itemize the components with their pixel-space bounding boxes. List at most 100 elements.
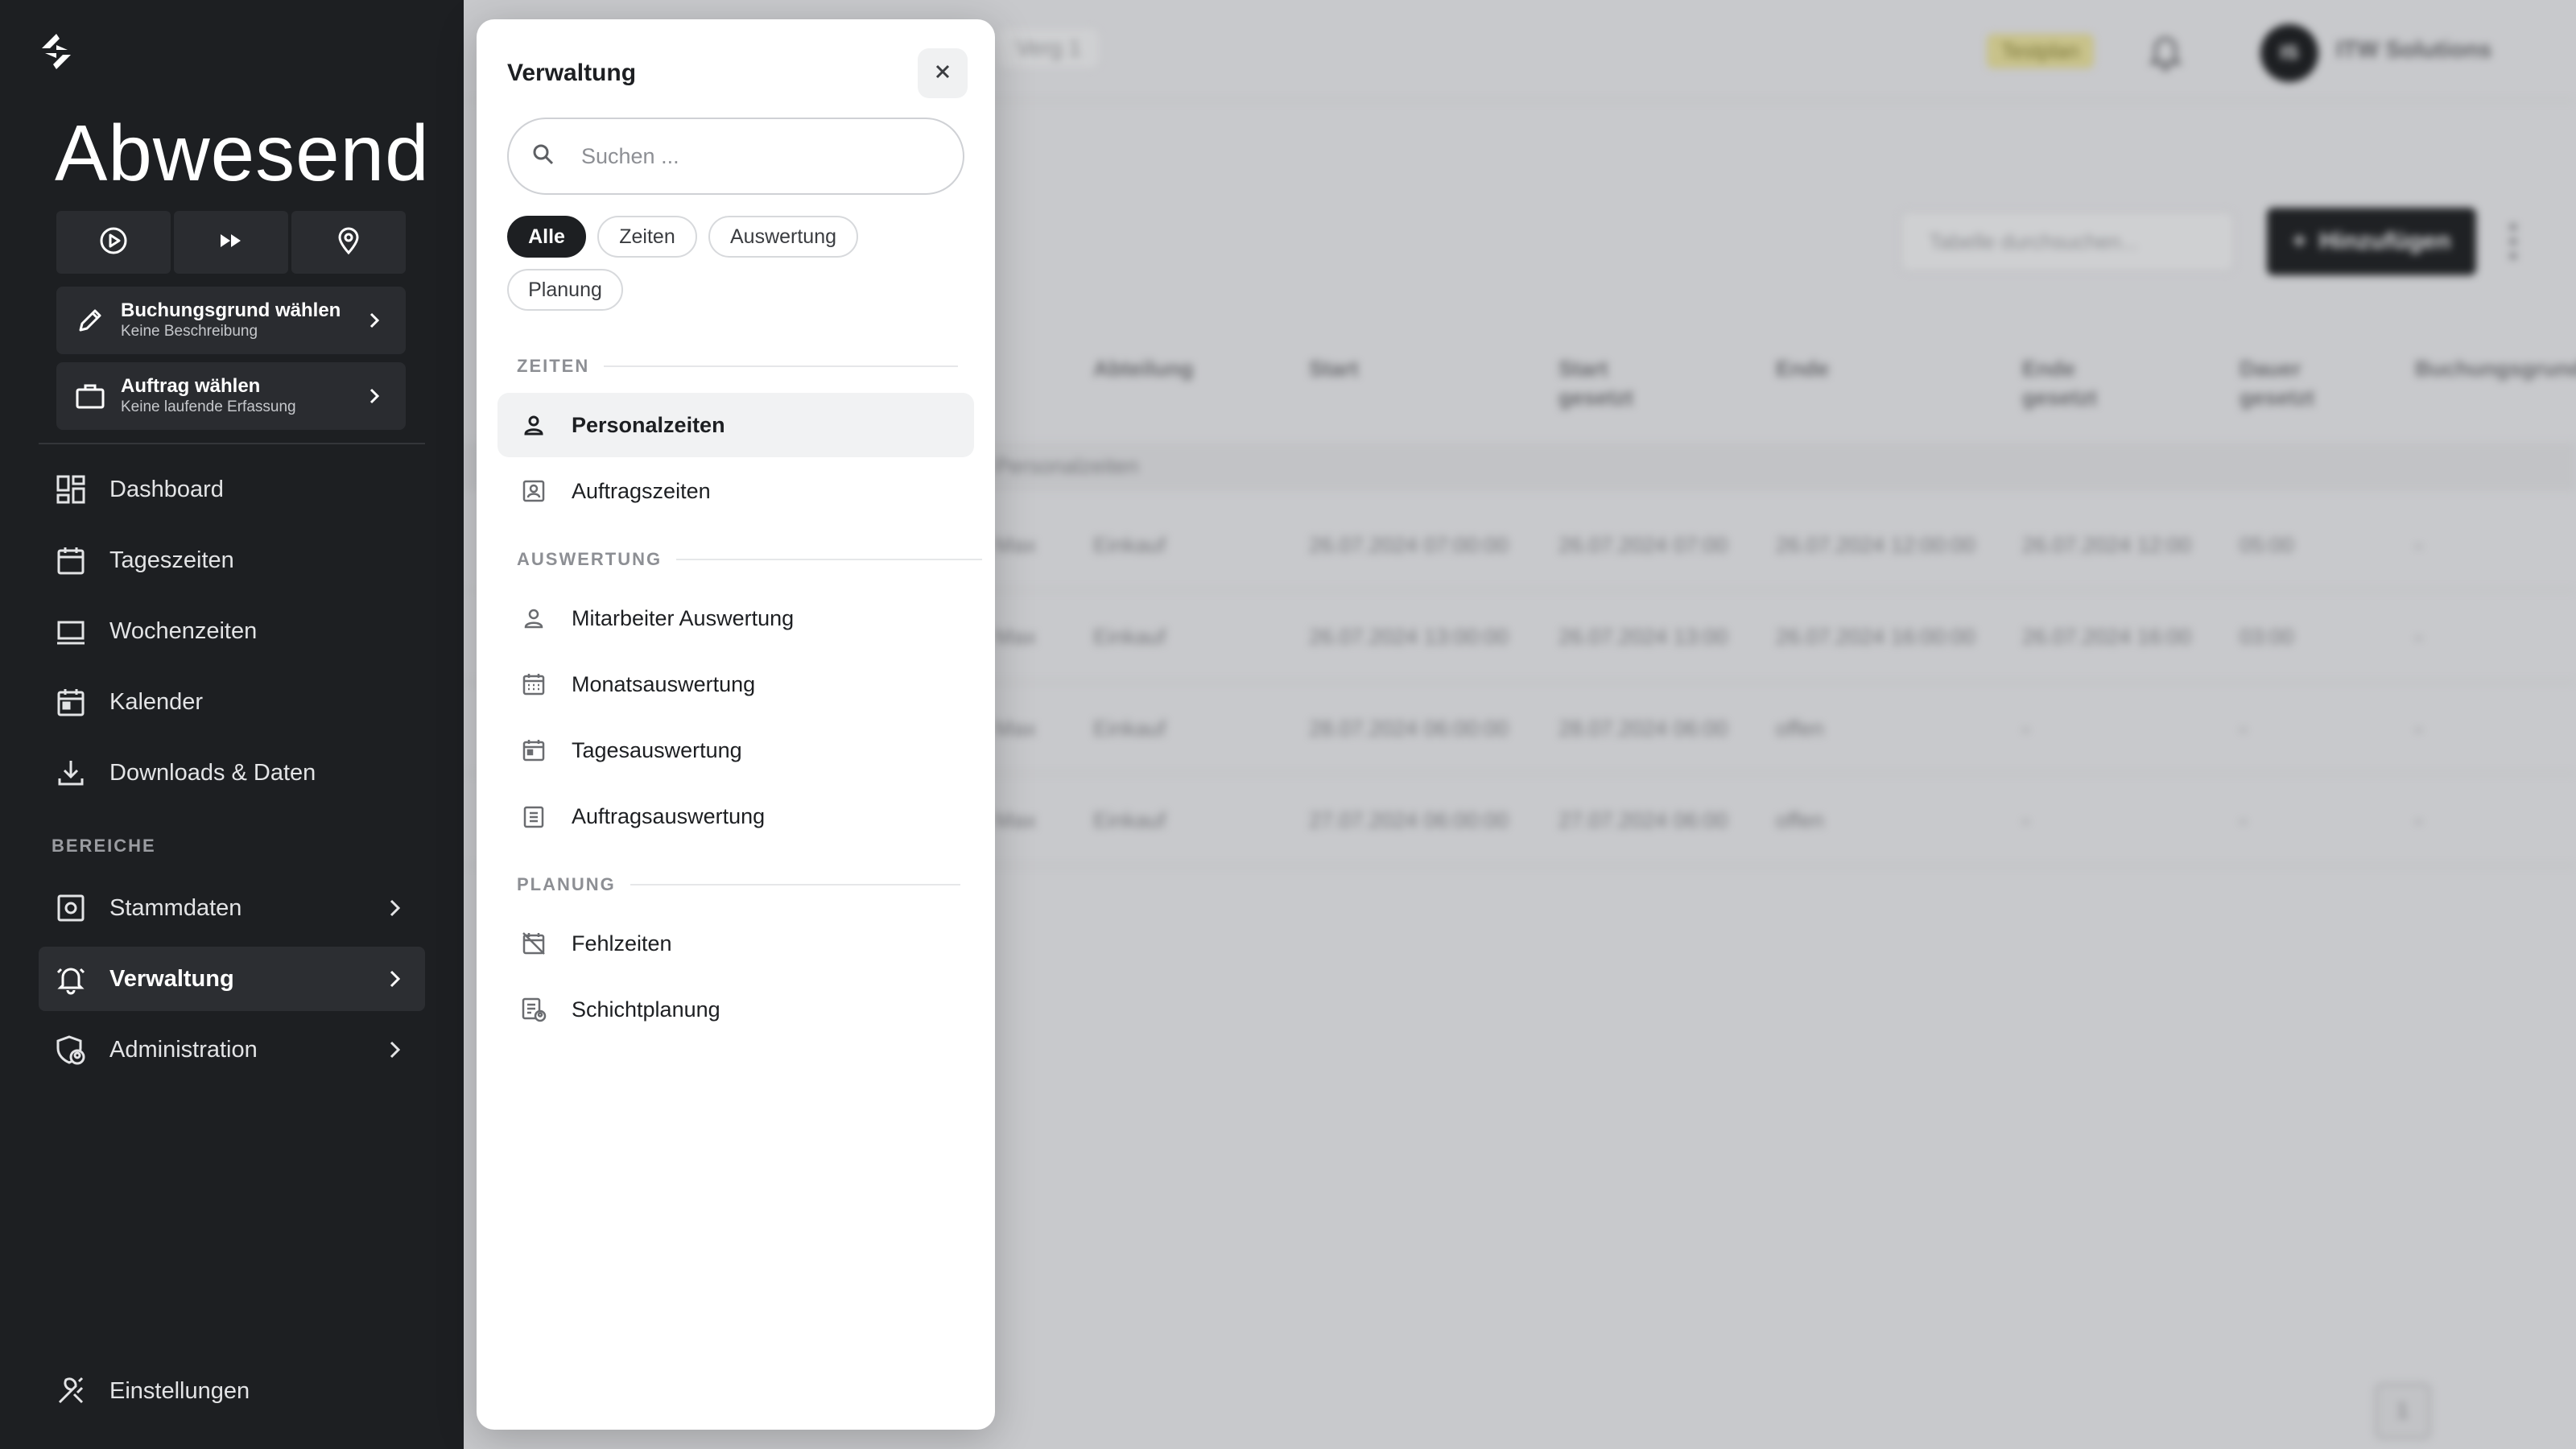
- order-card[interactable]: Auftrag wählen Keine laufende Erfassung: [56, 362, 406, 430]
- column-header[interactable]: Abteilung: [1093, 354, 1193, 383]
- nav-label: Tageszeiten: [109, 547, 234, 573]
- nav-label: Dashboard: [109, 476, 224, 502]
- nav-dashboard[interactable]: Dashboard: [39, 457, 425, 522]
- cell: 27.07.2024 06:00: [1558, 808, 1728, 832]
- nav-label: Administration: [109, 1036, 258, 1063]
- cell: Max: [995, 808, 1037, 832]
- nav-label: Einstellungen: [109, 1377, 250, 1404]
- cell: Einkauf: [1093, 808, 1166, 832]
- order-subtitle: Keine laufende Erfassung: [121, 398, 296, 415]
- cell: 26.07.2024 16:00: [2022, 625, 2192, 649]
- menu-item-schichtplanung[interactable]: Schichtplanung: [497, 977, 974, 1042]
- skip-button[interactable]: [174, 211, 288, 274]
- menu-item-label: Auftragsauswertung: [572, 803, 766, 828]
- logo-icon[interactable]: [35, 31, 77, 72]
- search-input[interactable]: [581, 143, 935, 169]
- nav-downloads[interactable]: Downloads & Daten: [39, 741, 425, 805]
- column-header[interactable]: Start: [1309, 354, 1359, 383]
- presence-status: Abwesend: [55, 109, 430, 197]
- section-planung: PLANUNG: [517, 874, 960, 895]
- nav-label: Stammdaten: [109, 894, 242, 921]
- cell: -: [2022, 716, 2029, 741]
- column-header[interactable]: Start gesetzt: [1558, 354, 1671, 412]
- nav-kalender[interactable]: Kalender: [39, 670, 425, 734]
- page-number: 1: [2396, 1398, 2409, 1422]
- filter-chip-planung[interactable]: Planung: [507, 269, 623, 311]
- cell: 05:00: [2240, 533, 2294, 557]
- plus-icon: +: [2292, 228, 2307, 254]
- master-data-icon: [55, 892, 87, 924]
- week-view-icon: [55, 615, 87, 647]
- avatar[interactable]: IS: [2260, 24, 2318, 82]
- column-header[interactable]: Ende: [1776, 354, 1829, 383]
- cell: 26.07.2024 07:00:00: [1309, 533, 1509, 557]
- nav-tageszeiten[interactable]: Tageszeiten: [39, 528, 425, 592]
- shield-user-icon: [55, 1034, 87, 1066]
- calendar-day-icon: [520, 737, 547, 764]
- breadcrumb[interactable]: Verg 1: [998, 29, 1099, 68]
- notification-bell-icon[interactable]: [2148, 32, 2183, 71]
- filter-chip-alle[interactable]: Alle: [507, 216, 586, 258]
- menu-item-label: Fehlzeiten: [572, 931, 672, 956]
- calendar-icon: [55, 544, 87, 576]
- menu-item-mitarbeiter-auswertung[interactable]: Mitarbeiter Auswertung: [497, 586, 974, 650]
- cell: -: [2240, 808, 2247, 832]
- verwaltung-panel: Verwaltung Alle Zeiten Auswertung Planun…: [477, 19, 995, 1430]
- nav-wochenzeiten[interactable]: Wochenzeiten: [39, 599, 425, 663]
- start-button[interactable]: [56, 211, 171, 274]
- chevron-right-icon: [383, 968, 406, 990]
- cell: -: [2415, 716, 2422, 741]
- column-header[interactable]: Dauer gesetzt: [2240, 354, 2352, 412]
- cell: 26.07.2024 12:00: [2022, 533, 2192, 557]
- section-label-bereiche: BEREICHE: [52, 836, 156, 856]
- booking-reason-card[interactable]: Buchungsgrund wählen Keine Beschreibung: [56, 287, 406, 354]
- panel-search[interactable]: [507, 118, 964, 195]
- menu-item-personalzeiten[interactable]: Personalzeiten: [497, 393, 974, 457]
- filter-chip-auswertung[interactable]: Auswertung: [708, 216, 858, 258]
- pagination-current-page[interactable]: 1: [2375, 1383, 2431, 1439]
- filter-chip-zeiten[interactable]: Zeiten: [597, 216, 697, 258]
- location-button[interactable]: [291, 211, 406, 274]
- column-header[interactable]: Ende gesetzt: [2022, 354, 2135, 412]
- menu-item-auftragszeiten[interactable]: Auftragszeiten: [497, 459, 974, 523]
- menu-item-monatsauswertung[interactable]: Monatsauswertung: [497, 652, 974, 716]
- calendar-day-icon: [55, 686, 87, 718]
- section-divider: [630, 884, 960, 886]
- chevron-right-icon: [383, 897, 406, 919]
- cell: 26.07.2024 12:00:00: [1776, 533, 1975, 557]
- close-button[interactable]: [918, 48, 968, 98]
- menu-item-fehlzeiten[interactable]: Fehlzeiten: [497, 911, 974, 976]
- sidebar-divider: [39, 443, 425, 444]
- nav-label: Wochenzeiten: [109, 617, 258, 644]
- column-header[interactable]: Buchungsgrund: [2415, 354, 2576, 383]
- booking-reason-subtitle: Keine Beschreibung: [121, 323, 258, 340]
- chevron-right-icon: [383, 1038, 406, 1061]
- search-icon: [531, 142, 555, 171]
- menu-item-tagesauswertung[interactable]: Tagesauswertung: [497, 718, 974, 782]
- schedule-user-icon: [520, 996, 547, 1023]
- company-name[interactable]: ITW Solutions: [2336, 37, 2491, 64]
- add-button[interactable]: + Hinzufügen: [2267, 208, 2476, 275]
- more-vertical-icon[interactable]: [2508, 219, 2518, 264]
- nav-administration[interactable]: Administration: [39, 1018, 425, 1082]
- cell: Einkauf: [1093, 533, 1166, 557]
- nav-label: Verwaltung: [109, 965, 234, 992]
- menu-item-label: Monatsauswertung: [572, 671, 756, 696]
- cell: 26.07.2024 07:00: [1558, 533, 1728, 557]
- nav-label: Downloads & Daten: [109, 759, 316, 786]
- cell: 26.07.2024 13:00:00: [1309, 625, 1509, 649]
- section-label: PLANUNG: [517, 874, 616, 894]
- person-badge-icon: [520, 477, 547, 505]
- add-button-label: Hinzufügen: [2319, 228, 2451, 254]
- calendar-month-icon: [520, 671, 547, 698]
- nav-einstellungen[interactable]: Einstellungen: [39, 1359, 425, 1423]
- nav-verwaltung[interactable]: Verwaltung: [39, 947, 425, 1011]
- cell: -: [2240, 716, 2247, 741]
- dashboard-icon: [55, 473, 87, 506]
- close-icon: [934, 63, 952, 85]
- menu-item-auftragsauswertung[interactable]: Auftragsauswertung: [497, 784, 974, 848]
- table-search-input[interactable]: Tabelle durchsuchen...: [1900, 211, 2235, 272]
- section-zeiten: ZEITEN: [517, 356, 959, 377]
- section-label: ZEITEN: [517, 356, 590, 376]
- nav-stammdaten[interactable]: Stammdaten: [39, 876, 425, 940]
